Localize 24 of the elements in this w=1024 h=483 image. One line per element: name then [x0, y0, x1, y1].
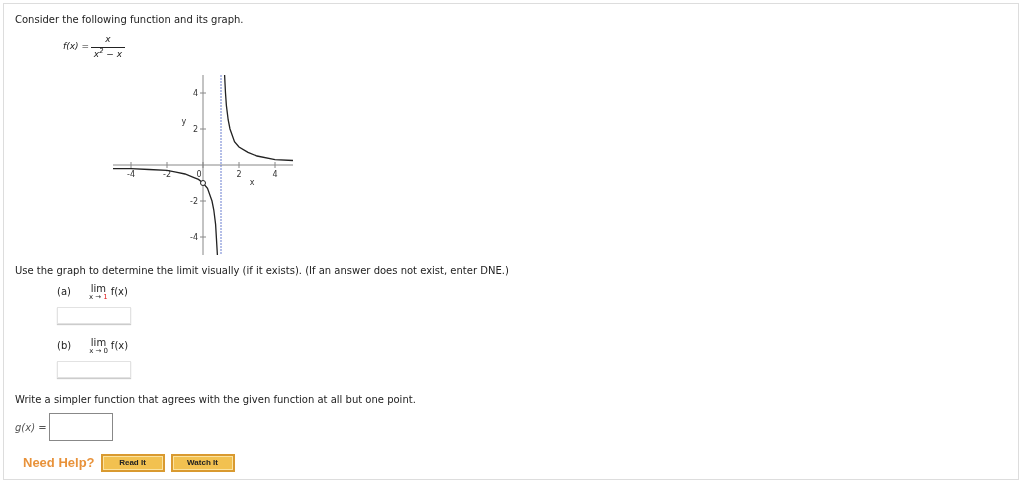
- denominator: x$^{2}$ − x: [93, 47, 123, 61]
- limit-expression: f(x): [110, 285, 128, 299]
- part-label: (a): [57, 285, 71, 299]
- tick-label: 4: [272, 170, 278, 179]
- function-label: g(x) =: [15, 420, 47, 435]
- help-label: Need Help?: [23, 454, 95, 472]
- instruction-text: Use the graph to determine the limit visually (if it exists). (If an answer does not exist, enter DNE.): [15, 264, 510, 278]
- axis-label: y: [181, 116, 187, 126]
- tick-label: -2: [190, 197, 198, 206]
- function-name: f(x) =: [63, 40, 89, 54]
- part-label: (b): [57, 339, 72, 353]
- tick-label: 2: [192, 125, 198, 134]
- tick-label: 0: [196, 170, 202, 179]
- intro-text: Consider the following function and its graph.: [15, 13, 245, 27]
- tick-label: -4: [127, 170, 135, 179]
- limit-label: lim: [90, 284, 106, 294]
- axis-label: x: [249, 178, 255, 187]
- numerator: x: [105, 33, 111, 46]
- limit-label: lim: [90, 338, 107, 348]
- tick-label: 2: [236, 170, 242, 179]
- tick-label: -4: [190, 233, 198, 242]
- limit-expression: f(x): [110, 339, 129, 353]
- tick-label: 4: [192, 89, 198, 98]
- prompt-text: Write a simpler function that agrees with the given function at all but one point.: [15, 393, 417, 407]
